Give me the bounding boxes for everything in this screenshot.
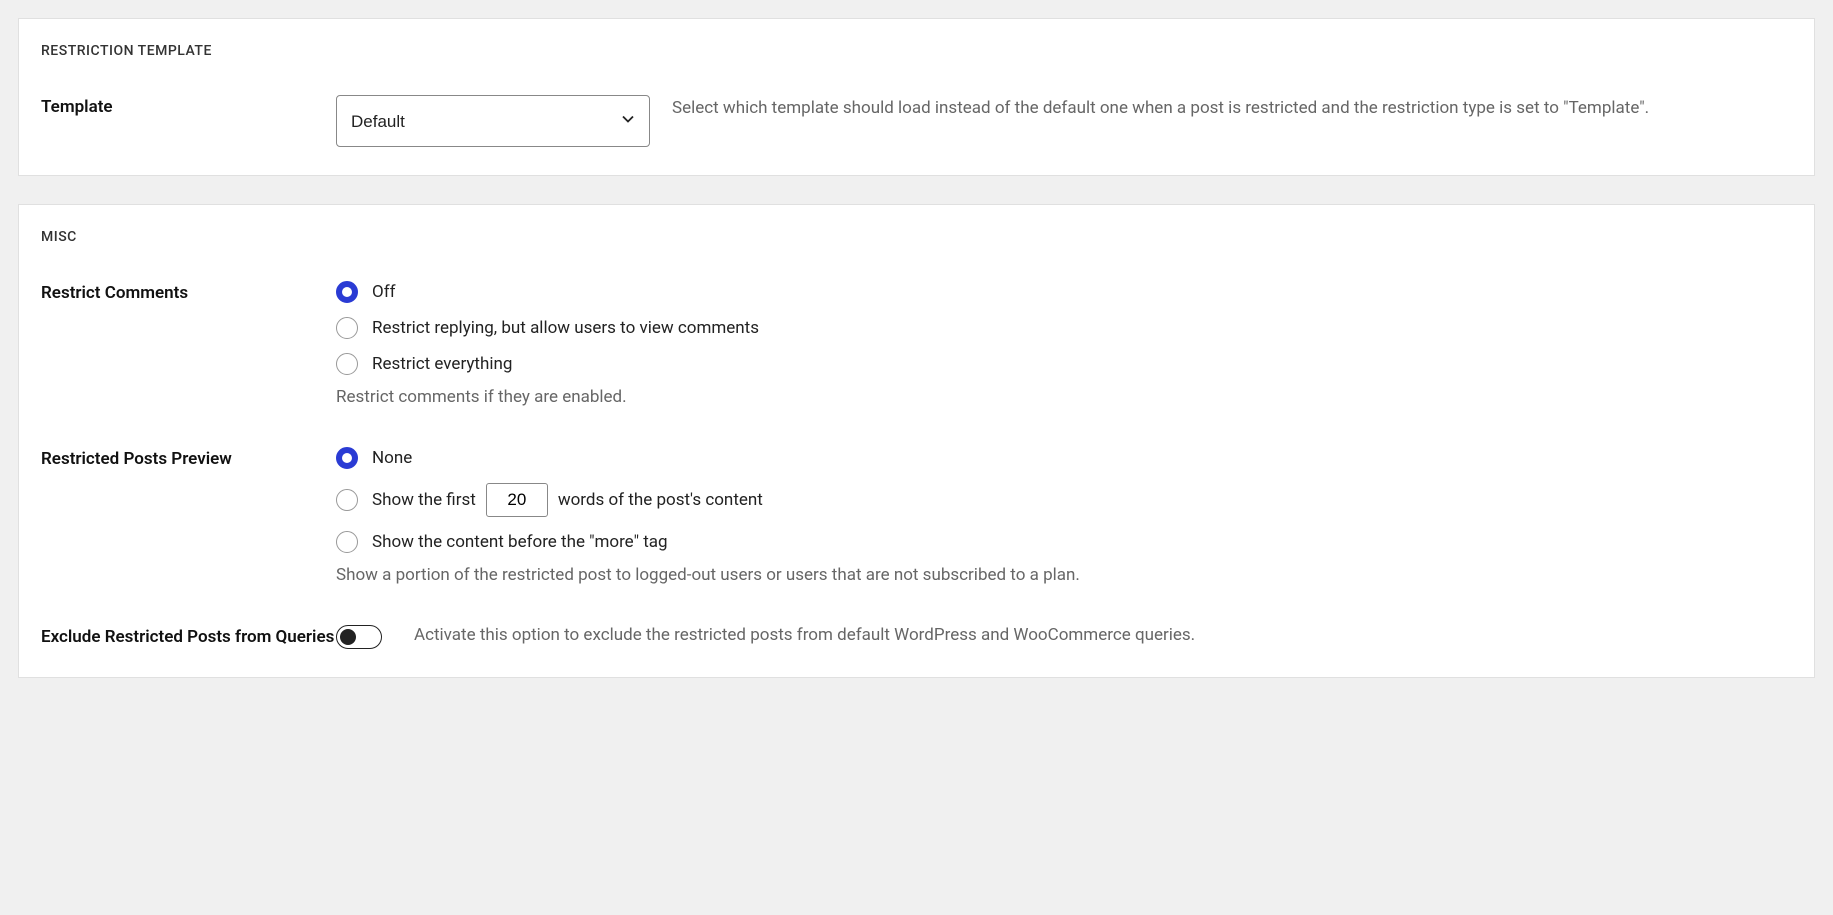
exclude-toggle-wrap xyxy=(336,625,414,649)
radio-label: None xyxy=(372,448,412,468)
radio-label: Off xyxy=(372,282,396,302)
panel-title: RESTRICTION TEMPLATE xyxy=(41,43,1792,59)
words-pre: Show the first xyxy=(372,490,476,510)
words-count-input[interactable] xyxy=(486,483,548,517)
exclude-toggle[interactable] xyxy=(336,625,382,649)
radio-icon xyxy=(336,489,358,511)
panel-title: MISC xyxy=(41,229,1792,245)
radio-icon xyxy=(336,531,358,553)
exclude-label: Exclude Restricted Posts from Queries xyxy=(41,625,336,647)
template-select[interactable]: Default xyxy=(336,95,650,147)
preview-radios: None Show the first words of the post's … xyxy=(336,447,1792,553)
restrict-comments-radios: Off Restrict replying, but allow users t… xyxy=(336,281,1792,375)
template-select-wrap: Default xyxy=(336,95,650,147)
restrict-comments-option-off[interactable]: Off xyxy=(336,281,1792,303)
preview-option-words[interactable]: Show the first words of the post's conte… xyxy=(336,483,1792,517)
template-row: Template Default Select which template s… xyxy=(41,95,1792,147)
radio-icon xyxy=(336,317,358,339)
misc-panel: MISC Restrict Comments Off Restrict repl… xyxy=(18,204,1815,678)
restriction-template-panel: RESTRICTION TEMPLATE Template Default Se… xyxy=(18,18,1815,176)
preview-label: Restricted Posts Preview xyxy=(41,447,336,469)
exclude-row: Exclude Restricted Posts from Queries Ac… xyxy=(41,625,1792,649)
preview-field: None Show the first words of the post's … xyxy=(336,447,1792,585)
radio-label: Restrict replying, but allow users to vi… xyxy=(372,318,759,338)
preview-option-more-tag[interactable]: Show the content before the "more" tag xyxy=(336,531,1792,553)
exclude-desc: Activate this option to exclude the rest… xyxy=(414,625,1792,645)
preview-row: Restricted Posts Preview None Show the f… xyxy=(41,447,1792,585)
preview-help: Show a portion of the restricted post to… xyxy=(336,565,1792,585)
words-post: words of the post's content xyxy=(558,490,763,510)
template-label: Template xyxy=(41,95,336,117)
toggle-knob-icon xyxy=(340,629,356,645)
radio-icon xyxy=(336,447,358,469)
restrict-comments-label: Restrict Comments xyxy=(41,281,336,303)
radio-icon xyxy=(336,281,358,303)
radio-label: Show the first words of the post's conte… xyxy=(372,483,763,517)
restrict-comments-row: Restrict Comments Off Restrict replying,… xyxy=(41,281,1792,407)
restrict-comments-option-all[interactable]: Restrict everything xyxy=(336,353,1792,375)
template-desc: Select which template should load instea… xyxy=(672,95,1792,120)
restrict-comments-field: Off Restrict replying, but allow users t… xyxy=(336,281,1792,407)
exclude-field: Activate this option to exclude the rest… xyxy=(336,625,1792,649)
template-control: Default xyxy=(336,95,672,147)
radio-label: Restrict everything xyxy=(372,354,512,374)
radio-icon xyxy=(336,353,358,375)
radio-label: Show the content before the "more" tag xyxy=(372,532,668,552)
preview-option-none[interactable]: None xyxy=(336,447,1792,469)
restrict-comments-option-replying[interactable]: Restrict replying, but allow users to vi… xyxy=(336,317,1792,339)
restrict-comments-help: Restrict comments if they are enabled. xyxy=(336,387,1792,407)
